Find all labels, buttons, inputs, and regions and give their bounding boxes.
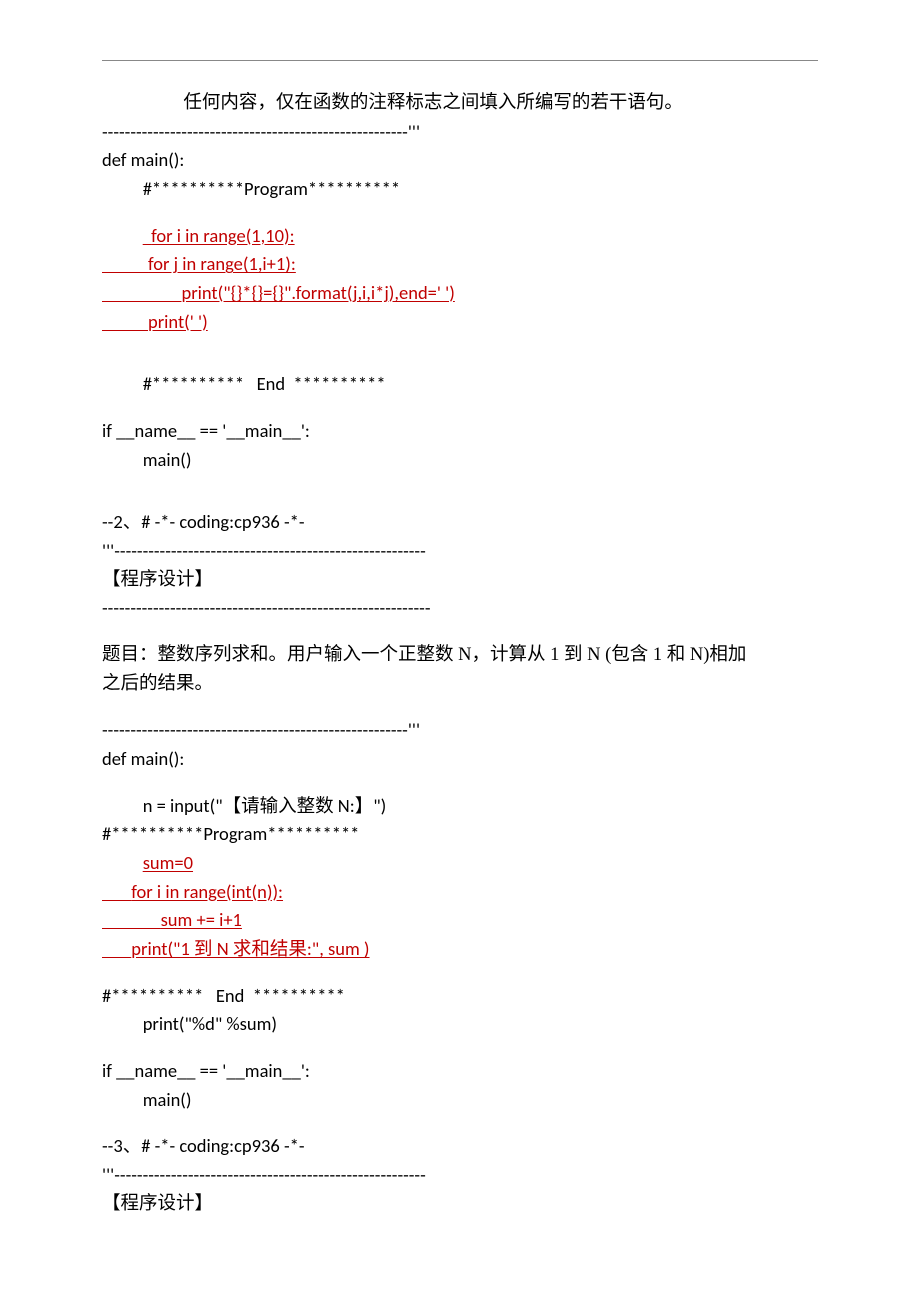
answer-code: for i in range(1,10):	[102, 222, 818, 251]
triple-quote-open: '''-------------------------------------…	[102, 1161, 818, 1190]
comment-program: #**********Program**********	[102, 820, 818, 849]
spacer	[102, 1039, 818, 1057]
dashes: ----------------------------------------…	[102, 594, 818, 623]
document-page: 任何内容，仅在函数的注释标志之间填入所编写的若干语句。 ------------…	[0, 0, 920, 1279]
spacer	[102, 399, 818, 417]
answer-code: sum=0	[102, 849, 818, 878]
def-main: def main():	[102, 146, 818, 175]
q2-desc-line1: 题目：整数序列求和。用户输入一个正整数 N，计算从 1 到 N (包含 1 和 …	[102, 641, 818, 670]
comment-end: #********** End **********	[102, 370, 818, 399]
answer-code: print(' ')	[102, 308, 818, 337]
spacer	[102, 774, 818, 792]
spacer	[102, 474, 818, 508]
main-call: main()	[102, 1086, 818, 1115]
spacer	[102, 964, 818, 982]
intro-text: 任何内容，仅在函数的注释标志之间填入所编写的若干语句。	[102, 89, 818, 118]
spacer	[102, 623, 818, 641]
if-name-main: if __name__ == '__main__':	[102, 1057, 818, 1086]
q3-header: --3、# -*- coding:cp936 -*-	[102, 1132, 818, 1161]
header-rule	[102, 60, 818, 61]
spacer	[102, 204, 818, 222]
answer-code: for j in range(1,i+1):	[102, 250, 818, 279]
triple-quote-open: '''-------------------------------------…	[102, 537, 818, 566]
comment-program: #**********Program**********	[102, 175, 818, 204]
answer-code: sum += i+1	[102, 906, 818, 935]
spacer	[102, 698, 818, 716]
input-line: n = input("【请输入整数 N:】")	[102, 792, 818, 821]
def-main: def main():	[102, 745, 818, 774]
print-sum: print("%d" %sum)	[102, 1010, 818, 1039]
if-name-main: if __name__ == '__main__':	[102, 417, 818, 446]
q2-header: --2、# -*- coding:cp936 -*-	[102, 508, 818, 537]
spacer	[102, 1114, 818, 1132]
section-label: 【程序设计】	[102, 566, 818, 595]
comment-end: #********** End **********	[102, 982, 818, 1011]
answer-code: for i in range(int(n)):	[102, 878, 818, 907]
main-call: main()	[102, 446, 818, 475]
section-label: 【程序设计】	[102, 1190, 818, 1219]
answer-code: print("{}*{}={}".format(j,i,i*j),end=' '…	[102, 279, 818, 308]
answer-code: print("1 到 N 求和结果:", sum )	[102, 935, 818, 964]
dashes-close: ----------------------------------------…	[102, 118, 818, 147]
dashes-close: ----------------------------------------…	[102, 716, 818, 745]
q2-desc-line2: 之后的结果。	[102, 670, 818, 699]
spacer	[102, 336, 818, 370]
